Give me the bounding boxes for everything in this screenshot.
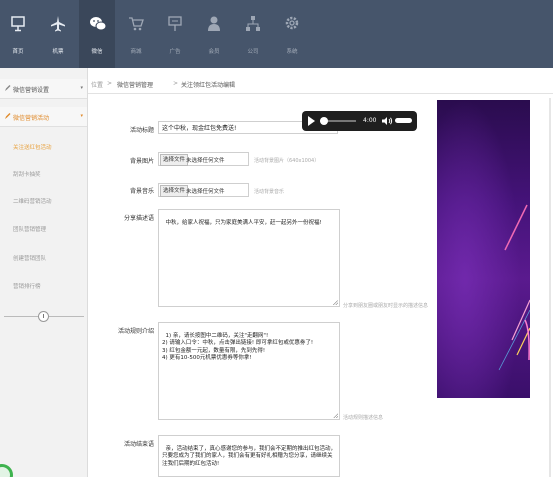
scrollbar[interactable] — [549, 98, 551, 477]
plane-icon — [51, 16, 65, 32]
org-chart-icon — [246, 16, 260, 31]
bg-image-label: 背景图片 — [129, 158, 154, 165]
choose-file-button[interactable]: 选择文件 — [160, 185, 189, 197]
sidebar-item-qrcode-activity[interactable]: 二维码营销活动 — [13, 197, 52, 205]
end-label: 活动结束语 — [123, 441, 154, 448]
share-label: 分享描述语 — [123, 215, 154, 222]
play-icon[interactable] — [308, 116, 315, 126]
rules-textarea[interactable]: 1) 亲，请长按图中二维码，关注"走翻网"! 2) 请输入口令：中秋，点击弹出链… — [158, 322, 340, 420]
no-file-text: 未选择任何文件 — [186, 158, 225, 164]
bg-image-hint: 活动背景图片（640x1004） — [254, 158, 320, 164]
volume-slider[interactable] — [395, 118, 412, 123]
gear-icon — [285, 16, 299, 30]
sidebar-item-follow-redpacket[interactable]: 关注送红包活动 — [13, 143, 52, 151]
audio-time: 4:00 — [363, 117, 377, 124]
nav-label: 机票 — [52, 49, 64, 55]
end-text: 亲，活动结束了，真心感谢您的参与，我们会不定期的推出红包活动，只要您成为了我们的… — [162, 445, 337, 467]
pencil-icon — [5, 85, 11, 91]
share-hint: 分享到朋友圈或朋友时显示的描述信息 — [343, 303, 429, 309]
nav-label: 系统 — [286, 49, 298, 55]
volume-icon[interactable] — [381, 116, 393, 126]
corner-badge-icon — [0, 464, 13, 477]
sidebar-item-team-manage[interactable]: 团队营销管理 — [13, 225, 46, 233]
sidebar-group-label: 微信营销活动 — [13, 115, 50, 122]
title-label: 活动标题 — [129, 127, 154, 134]
sidebar: 微信营销设置 ▾ 微信营销活动 ▾ 关注送红包活动 刮刮卡抽奖 二维码营销活动 … — [0, 68, 88, 477]
preview-image — [437, 100, 530, 398]
sidebar-group-settings[interactable]: 微信营销设置 ▾ — [0, 79, 87, 99]
nav-wechat[interactable]: 微信 — [79, 0, 115, 68]
nav-label: 公司 — [247, 49, 259, 55]
billboard-icon — [168, 16, 182, 31]
nav-home[interactable]: 首页 — [0, 0, 36, 68]
rules-hint: 活动规则描述信息 — [343, 415, 384, 421]
chevron-down-icon: ▾ — [80, 113, 83, 119]
audio-player: 4:00 — [302, 111, 417, 131]
breadcrumb-separator: > — [173, 80, 179, 87]
preview-decoration — [437, 100, 530, 398]
bg-image-file-input[interactable]: 选择文件 未选择任何文件 — [158, 152, 249, 166]
end-textarea[interactable]: 亲，活动结束了，真心感谢您的参与，我们会不定期的推出红包活动，只要您成为了我们的… — [158, 435, 340, 477]
sidebar-group-label: 微信营销设置 — [13, 87, 50, 94]
resize-handle[interactable] — [333, 413, 338, 418]
chevron-down-icon: ▾ — [80, 85, 83, 91]
breadcrumb-location: 位置 — [91, 82, 104, 89]
nav-mall[interactable]: 商城 — [118, 0, 154, 68]
nav-company[interactable]: 公司 — [235, 0, 271, 68]
nav-label: 商城 — [130, 49, 142, 55]
nav-label: 首页 — [12, 49, 24, 55]
nav-system[interactable]: 系统 — [274, 0, 310, 68]
sidebar-item-ranking[interactable]: 营销排行榜 — [13, 282, 41, 290]
monitor-icon — [11, 16, 25, 32]
user-icon — [208, 16, 220, 31]
sidebar-group-activities[interactable]: 微信营销活动 ▾ — [0, 107, 87, 127]
wechat-icon — [90, 17, 107, 31]
share-text: 中秋，给家人祝福，只为家庭美满人平安，赶一起另外一份祝福! — [165, 219, 322, 226]
sidebar-item-scratch-card[interactable]: 刮刮卡抽奖 — [13, 170, 41, 178]
nav-flights[interactable]: 机票 — [40, 0, 76, 68]
resize-handle[interactable] — [333, 300, 338, 305]
nav-label: 会员 — [208, 49, 220, 55]
breadcrumb-separator: > — [107, 80, 113, 87]
top-nav-bar: 首页 机票 微信 商城 广告 会员 公司 系统 — [0, 0, 553, 68]
rules-label: 活动规则介绍 — [117, 328, 154, 335]
sidebar-collapse-toggle[interactable] — [38, 311, 49, 322]
no-file-text: 未选择任何文件 — [186, 189, 225, 195]
nav-members[interactable]: 会员 — [196, 0, 232, 68]
pencil-icon — [5, 113, 11, 119]
choose-file-button[interactable]: 选择文件 — [160, 154, 189, 166]
breadcrumb-level1[interactable]: 微信营销管理 — [117, 80, 153, 89]
nav-label: 微信 — [91, 49, 103, 55]
breadcrumb: 位置 > 微信营销管理 > 关注领红包活动编辑 — [88, 76, 553, 94]
breadcrumb-level2: 关注领红包活动编辑 — [181, 82, 236, 89]
bg-music-label: 背景音乐 — [129, 188, 154, 195]
rules-text: 1) 亲，请长按图中二维码，关注"走翻网"! 2) 请输入口令：中秋，点击弹出链… — [162, 332, 314, 362]
audio-progress-knob[interactable] — [320, 117, 328, 125]
bg-music-file-input[interactable]: 选择文件 未选择任何文件 — [158, 183, 249, 197]
bg-music-hint: 活动背景音乐 — [254, 189, 285, 195]
sidebar-item-create-team[interactable]: 创建营销团队 — [13, 254, 46, 262]
cart-icon — [129, 17, 144, 31]
share-textarea[interactable]: 中秋，给家人祝福，只为家庭美满人平安，赶一起另外一份祝福! — [158, 209, 340, 307]
nav-label: 广告 — [169, 49, 181, 55]
nav-ads[interactable]: 广告 — [157, 0, 193, 68]
